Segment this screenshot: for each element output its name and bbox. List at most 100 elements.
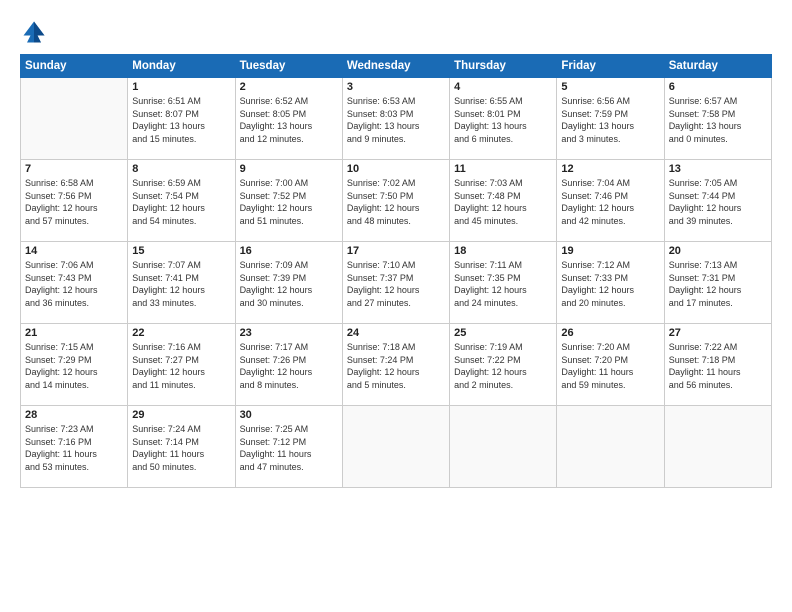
day-number: 5 bbox=[561, 81, 659, 93]
calendar-cell: 3 Sunrise: 6:53 AM Sunset: 8:03 PM Daylig… bbox=[342, 78, 449, 160]
day-info: Sunrise: 7:20 AM Sunset: 7:20 PM Dayligh… bbox=[561, 341, 659, 391]
day-info: Sunrise: 7:25 AM Sunset: 7:12 PM Dayligh… bbox=[240, 423, 338, 473]
day-info: Sunrise: 7:09 AM Sunset: 7:39 PM Dayligh… bbox=[240, 259, 338, 309]
calendar-cell: 21 Sunrise: 7:15 AM Sunset: 7:29 PM Dayli… bbox=[21, 324, 128, 406]
day-number: 28 bbox=[25, 409, 123, 421]
day-info: Sunrise: 7:04 AM Sunset: 7:46 PM Dayligh… bbox=[561, 177, 659, 227]
day-number: 15 bbox=[132, 245, 230, 257]
calendar-cell: 8 Sunrise: 6:59 AM Sunset: 7:54 PM Daylig… bbox=[128, 160, 235, 242]
day-info: Sunrise: 7:02 AM Sunset: 7:50 PM Dayligh… bbox=[347, 177, 445, 227]
calendar-cell: 24 Sunrise: 7:18 AM Sunset: 7:24 PM Dayli… bbox=[342, 324, 449, 406]
calendar-week-row: 14Sunrise: 7:06 AM Sunset: 7:43 PM Dayli… bbox=[21, 242, 772, 324]
day-info: Sunrise: 6:57 AM Sunset: 7:58 PM Dayligh… bbox=[669, 95, 767, 145]
day-info: Sunrise: 7:03 AM Sunset: 7:48 PM Dayligh… bbox=[454, 177, 552, 227]
calendar-week-row: 1 Sunrise: 6:51 AM Sunset: 8:07 PM Daylig… bbox=[21, 78, 772, 160]
calendar-cell: 17 Sunrise: 7:10 AM Sunset: 7:37 PM Dayli… bbox=[342, 242, 449, 324]
calendar-cell: 2 Sunrise: 6:52 AM Sunset: 8:05 PM Daylig… bbox=[235, 78, 342, 160]
calendar-cell: 5 Sunrise: 6:56 AM Sunset: 7:59 PM Daylig… bbox=[557, 78, 664, 160]
calendar-cell: 11 Sunrise: 7:03 AM Sunset: 7:48 PM Dayli… bbox=[450, 160, 557, 242]
calendar-cell: 25 Sunrise: 7:19 AM Sunset: 7:22 PM Dayli… bbox=[450, 324, 557, 406]
calendar-cell: 18Sunrise: 7:11 AM Sunset: 7:35 PM Dayli… bbox=[450, 242, 557, 324]
calendar-header-row: SundayMondayTuesdayWednesdayThursdayFrid… bbox=[21, 55, 772, 78]
day-number: 11 bbox=[454, 163, 552, 175]
day-info: Sunrise: 6:59 AM Sunset: 7:54 PM Dayligh… bbox=[132, 177, 230, 227]
day-number: 23 bbox=[240, 327, 338, 339]
calendar-cell: 9 Sunrise: 7:00 AM Sunset: 7:52 PM Daylig… bbox=[235, 160, 342, 242]
logo bbox=[20, 18, 52, 46]
calendar-cell: 7 Sunrise: 6:58 AM Sunset: 7:56 PM Daylig… bbox=[21, 160, 128, 242]
day-info: Sunrise: 7:15 AM Sunset: 7:29 PM Dayligh… bbox=[25, 341, 123, 391]
page: SundayMondayTuesdayWednesdayThursdayFrid… bbox=[0, 0, 792, 612]
day-info: Sunrise: 7:22 AM Sunset: 7:18 PM Dayligh… bbox=[669, 341, 767, 391]
calendar-cell: 30 Sunrise: 7:25 AM Sunset: 7:12 PM Dayli… bbox=[235, 406, 342, 488]
calendar-cell bbox=[557, 406, 664, 488]
calendar-cell: 22Sunrise: 7:16 AM Sunset: 7:27 PM Dayli… bbox=[128, 324, 235, 406]
day-info: Sunrise: 7:23 AM Sunset: 7:16 PM Dayligh… bbox=[25, 423, 123, 473]
calendar-cell: 12 Sunrise: 7:04 AM Sunset: 7:46 PM Dayli… bbox=[557, 160, 664, 242]
day-number: 30 bbox=[240, 409, 338, 421]
day-info: Sunrise: 7:12 AM Sunset: 7:33 PM Dayligh… bbox=[561, 259, 659, 309]
day-number: 3 bbox=[347, 81, 445, 93]
day-info: Sunrise: 7:24 AM Sunset: 7:14 PM Dayligh… bbox=[132, 423, 230, 473]
day-number: 22 bbox=[132, 327, 230, 339]
day-info: Sunrise: 6:58 AM Sunset: 7:56 PM Dayligh… bbox=[25, 177, 123, 227]
day-number: 1 bbox=[132, 81, 230, 93]
calendar-cell: 10 Sunrise: 7:02 AM Sunset: 7:50 PM Dayli… bbox=[342, 160, 449, 242]
calendar-cell: 14Sunrise: 7:06 AM Sunset: 7:43 PM Dayli… bbox=[21, 242, 128, 324]
day-number: 12 bbox=[561, 163, 659, 175]
day-number: 7 bbox=[25, 163, 123, 175]
logo-icon bbox=[20, 18, 48, 46]
day-info: Sunrise: 7:11 AM Sunset: 7:35 PM Dayligh… bbox=[454, 259, 552, 309]
calendar-cell: 1 Sunrise: 6:51 AM Sunset: 8:07 PM Daylig… bbox=[128, 78, 235, 160]
calendar-cell bbox=[21, 78, 128, 160]
calendar-week-row: 7 Sunrise: 6:58 AM Sunset: 7:56 PM Daylig… bbox=[21, 160, 772, 242]
day-number: 13 bbox=[669, 163, 767, 175]
day-number: 4 bbox=[454, 81, 552, 93]
day-number: 29 bbox=[132, 409, 230, 421]
calendar-cell: 13 Sunrise: 7:05 AM Sunset: 7:44 PM Dayli… bbox=[664, 160, 771, 242]
day-info: Sunrise: 7:13 AM Sunset: 7:31 PM Dayligh… bbox=[669, 259, 767, 309]
calendar-day-header: Wednesday bbox=[342, 55, 449, 78]
calendar-cell bbox=[664, 406, 771, 488]
day-info: Sunrise: 7:00 AM Sunset: 7:52 PM Dayligh… bbox=[240, 177, 338, 227]
calendar-day-header: Sunday bbox=[21, 55, 128, 78]
day-number: 27 bbox=[669, 327, 767, 339]
day-info: Sunrise: 6:51 AM Sunset: 8:07 PM Dayligh… bbox=[132, 95, 230, 145]
day-number: 17 bbox=[347, 245, 445, 257]
day-number: 10 bbox=[347, 163, 445, 175]
calendar-cell: 28 Sunrise: 7:23 AM Sunset: 7:16 PM Dayli… bbox=[21, 406, 128, 488]
day-info: Sunrise: 6:56 AM Sunset: 7:59 PM Dayligh… bbox=[561, 95, 659, 145]
calendar-cell: 27 Sunrise: 7:22 AM Sunset: 7:18 PM Dayli… bbox=[664, 324, 771, 406]
calendar-day-header: Saturday bbox=[664, 55, 771, 78]
calendar-week-row: 21 Sunrise: 7:15 AM Sunset: 7:29 PM Dayli… bbox=[21, 324, 772, 406]
day-number: 26 bbox=[561, 327, 659, 339]
day-number: 9 bbox=[240, 163, 338, 175]
day-number: 2 bbox=[240, 81, 338, 93]
calendar-day-header: Monday bbox=[128, 55, 235, 78]
day-info: Sunrise: 7:05 AM Sunset: 7:44 PM Dayligh… bbox=[669, 177, 767, 227]
calendar-cell: 29 Sunrise: 7:24 AM Sunset: 7:14 PM Dayli… bbox=[128, 406, 235, 488]
calendar-cell: 15Sunrise: 7:07 AM Sunset: 7:41 PM Dayli… bbox=[128, 242, 235, 324]
day-number: 20 bbox=[669, 245, 767, 257]
day-number: 24 bbox=[347, 327, 445, 339]
calendar-cell: 20 Sunrise: 7:13 AM Sunset: 7:31 PM Dayli… bbox=[664, 242, 771, 324]
calendar-week-row: 28 Sunrise: 7:23 AM Sunset: 7:16 PM Dayli… bbox=[21, 406, 772, 488]
day-number: 19 bbox=[561, 245, 659, 257]
calendar-cell: 19 Sunrise: 7:12 AM Sunset: 7:33 PM Dayli… bbox=[557, 242, 664, 324]
calendar-cell bbox=[450, 406, 557, 488]
day-info: Sunrise: 7:19 AM Sunset: 7:22 PM Dayligh… bbox=[454, 341, 552, 391]
calendar-day-header: Friday bbox=[557, 55, 664, 78]
day-info: Sunrise: 6:52 AM Sunset: 8:05 PM Dayligh… bbox=[240, 95, 338, 145]
day-number: 16 bbox=[240, 245, 338, 257]
day-number: 25 bbox=[454, 327, 552, 339]
calendar-cell: 6 Sunrise: 6:57 AM Sunset: 7:58 PM Daylig… bbox=[664, 78, 771, 160]
day-number: 6 bbox=[669, 81, 767, 93]
day-info: Sunrise: 6:53 AM Sunset: 8:03 PM Dayligh… bbox=[347, 95, 445, 145]
calendar-table: SundayMondayTuesdayWednesdayThursdayFrid… bbox=[20, 54, 772, 488]
day-info: Sunrise: 7:10 AM Sunset: 7:37 PM Dayligh… bbox=[347, 259, 445, 309]
day-number: 21 bbox=[25, 327, 123, 339]
day-number: 8 bbox=[132, 163, 230, 175]
day-info: Sunrise: 7:18 AM Sunset: 7:24 PM Dayligh… bbox=[347, 341, 445, 391]
day-number: 14 bbox=[25, 245, 123, 257]
day-info: Sunrise: 7:17 AM Sunset: 7:26 PM Dayligh… bbox=[240, 341, 338, 391]
